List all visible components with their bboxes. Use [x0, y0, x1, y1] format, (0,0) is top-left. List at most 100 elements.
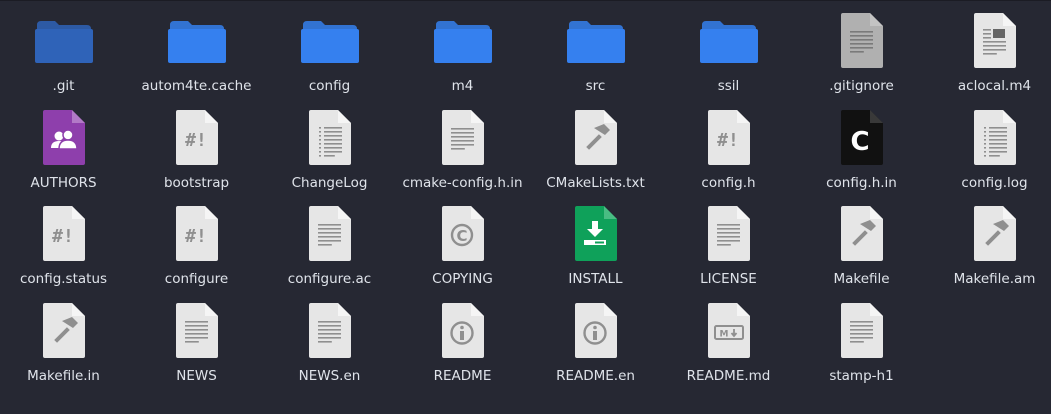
script-icon: #!	[34, 206, 94, 262]
file-name-label: config.log	[961, 174, 1028, 191]
file-item[interactable]: M README.md	[662, 291, 795, 388]
file-name-label: COPYING	[432, 271, 493, 287]
text-icon	[300, 206, 360, 262]
file-name-label: config.h	[701, 174, 756, 191]
text-icon	[433, 109, 493, 166]
copyright-icon: C	[433, 206, 493, 262]
file-name-label: aclocal.m4	[957, 78, 1032, 94]
build-icon	[34, 302, 94, 359]
file-name-label: ChangeLog	[291, 174, 368, 191]
file-item[interactable]: README.en	[529, 291, 662, 388]
file-item[interactable]: config.log	[928, 98, 1051, 195]
file-item[interactable]: #! configure	[130, 194, 263, 291]
folder-item[interactable]: .git	[0, 1, 130, 98]
file-grid: .git autom4te.cache config m4 src ssil .gitign…	[0, 1, 1051, 387]
script-icon: #!	[167, 109, 227, 166]
file-name-label: .git	[52, 78, 75, 94]
file-name-label: Makefile.am	[953, 271, 1036, 287]
file-item[interactable]: README	[396, 291, 529, 388]
file-item[interactable]: C COPYING	[396, 194, 529, 291]
folder-icon	[300, 13, 360, 69]
folder-icon	[566, 13, 626, 69]
text-icon	[832, 302, 892, 359]
svg-text:#!: #!	[185, 226, 207, 247]
file-item[interactable]: configure.ac	[263, 194, 396, 291]
script-icon: #!	[167, 206, 227, 262]
text-dark-icon	[832, 13, 892, 69]
document-icon	[965, 13, 1025, 69]
build-icon	[566, 109, 626, 166]
markdown-icon: M	[699, 302, 759, 359]
folder-dark-icon	[34, 13, 94, 69]
folder-icon	[699, 13, 759, 69]
file-item[interactable]: NEWS	[130, 291, 263, 388]
file-item[interactable]: INSTALL	[529, 194, 662, 291]
file-name-label: .gitignore	[829, 78, 894, 94]
info-icon	[433, 302, 493, 359]
file-name-label: NEWS	[176, 367, 217, 384]
file-name-label: stamp-h1	[829, 367, 894, 384]
file-item[interactable]: Makefile.am	[928, 194, 1051, 291]
file-name-label: README.en	[556, 367, 635, 384]
file-item[interactable]: LICENSE	[662, 194, 795, 291]
file-name-label: Makefile	[833, 271, 890, 287]
text-icon	[167, 302, 227, 359]
file-item[interactable]: aclocal.m4	[928, 1, 1051, 98]
folder-item[interactable]: ssil	[662, 1, 795, 98]
file-item[interactable]: cmake-config.h.in	[396, 98, 529, 195]
file-item[interactable]: #! bootstrap	[130, 98, 263, 195]
file-item[interactable]: ChangeLog	[263, 98, 396, 195]
c-source-icon: C	[832, 109, 892, 166]
file-name-label: configure.ac	[287, 271, 372, 287]
folder-item[interactable]: autom4te.cache	[130, 1, 263, 98]
folder-item[interactable]: src	[529, 1, 662, 98]
file-item[interactable]: stamp-h1	[795, 291, 928, 388]
folder-item[interactable]: config	[263, 1, 396, 98]
folder-item[interactable]: m4	[396, 1, 529, 98]
info-icon	[566, 302, 626, 359]
file-name-label: config.status	[19, 271, 108, 287]
svg-text:C: C	[850, 127, 869, 157]
folder-icon	[167, 13, 227, 69]
file-name-label: src	[585, 78, 606, 94]
svg-text:C: C	[456, 227, 467, 245]
file-item[interactable]: Makefile.in	[0, 291, 130, 388]
file-name-label: README.md	[686, 367, 771, 384]
file-name-label: Makefile.in	[27, 367, 100, 384]
file-name-label: config.h.in	[826, 174, 897, 191]
file-item[interactable]: NEWS.en	[263, 291, 396, 388]
build-icon	[965, 206, 1025, 262]
list-icon	[300, 109, 360, 166]
svg-text:#!: #!	[717, 130, 739, 151]
folder-icon	[433, 13, 493, 69]
file-name-label: LICENSE	[700, 271, 757, 287]
file-item[interactable]: Makefile	[795, 194, 928, 291]
file-item[interactable]: AUTHORS	[0, 98, 130, 195]
file-name-label: README	[433, 367, 492, 384]
file-name-label: ssil	[717, 78, 740, 94]
file-item[interactable]: .gitignore	[795, 1, 928, 98]
script-icon: #!	[699, 109, 759, 166]
file-name-label: NEWS.en	[298, 367, 361, 384]
file-name-label: cmake-config.h.in	[402, 174, 523, 191]
file-name-label: m4	[451, 78, 474, 94]
install-icon	[566, 206, 626, 262]
file-item[interactable]: Cconfig.h.in	[795, 98, 928, 195]
file-name-label: bootstrap	[163, 174, 230, 191]
text-icon	[699, 206, 759, 262]
file-item[interactable]: #! config.status	[0, 194, 130, 291]
file-name-label: AUTHORS	[30, 174, 97, 191]
authors-icon	[34, 109, 94, 166]
file-name-label: config	[308, 78, 351, 94]
svg-text:M: M	[719, 329, 728, 339]
list-icon	[965, 109, 1025, 166]
file-name-label: autom4te.cache	[141, 78, 252, 94]
file-name-label: CMakeLists.txt	[546, 174, 645, 191]
svg-text:#!: #!	[185, 130, 207, 151]
file-name-label: configure	[164, 271, 229, 287]
svg-text:#!: #!	[52, 226, 74, 247]
file-item[interactable]: #! config.h	[662, 98, 795, 195]
build-icon	[832, 206, 892, 262]
file-item[interactable]: CMakeLists.txt	[529, 98, 662, 195]
file-name-label: INSTALL	[568, 271, 623, 287]
